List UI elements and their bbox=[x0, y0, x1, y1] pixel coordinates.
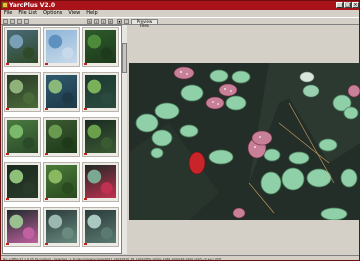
thumbnail-marker bbox=[6, 63, 9, 65]
thumbnail-marker bbox=[84, 198, 87, 200]
thumbnail-item[interactable] bbox=[4, 117, 41, 157]
thumbnail-image bbox=[7, 165, 38, 198]
down-icon[interactable]: ▾ bbox=[117, 19, 122, 24]
thumbnail-marker bbox=[84, 108, 87, 110]
menu-help[interactable]: Help bbox=[83, 10, 100, 17]
thumbnail-image bbox=[7, 120, 38, 153]
thumbnail-item[interactable] bbox=[43, 162, 80, 202]
thumbnail-marker bbox=[84, 243, 87, 245]
thumbnail-image bbox=[46, 75, 77, 108]
status-bar: No: s:JPEG 97 x 8 95 49 Outlook : Select… bbox=[1, 255, 359, 261]
thumbnail-marker bbox=[6, 153, 9, 155]
thumbnail-item[interactable] bbox=[4, 207, 41, 247]
filter-icon[interactable] bbox=[124, 19, 129, 24]
thumbnail-image bbox=[7, 30, 38, 63]
grid-icon[interactable] bbox=[17, 19, 22, 24]
thumbnail-marker bbox=[6, 108, 9, 110]
thumbnail-image bbox=[85, 30, 116, 63]
thumbnail-marker bbox=[6, 198, 9, 200]
thumbnail-marker bbox=[45, 63, 48, 65]
prev-icon[interactable]: ‹ bbox=[94, 19, 99, 24]
menu-file[interactable]: File bbox=[1, 10, 15, 17]
menu-options[interactable]: Options bbox=[40, 10, 65, 17]
save-icon[interactable] bbox=[10, 19, 15, 24]
maximize-button[interactable]: □ bbox=[344, 2, 351, 8]
thumbnail-image bbox=[7, 210, 38, 243]
thumbnail-item[interactable] bbox=[4, 72, 41, 112]
thumbnail-marker bbox=[45, 198, 48, 200]
thumbnail-image bbox=[85, 210, 116, 243]
menu-bar: File File List Options View Help bbox=[1, 10, 359, 17]
minimize-button[interactable]: _ bbox=[336, 2, 343, 8]
open-icon[interactable] bbox=[3, 19, 8, 24]
thumbnail-marker bbox=[45, 153, 48, 155]
thumbnail-item[interactable] bbox=[43, 207, 80, 247]
thumbnail-item[interactable] bbox=[82, 117, 119, 157]
thumbnail-marker bbox=[84, 63, 87, 65]
thumbnail-image bbox=[46, 210, 77, 243]
last-icon[interactable]: » bbox=[108, 19, 113, 24]
refresh-icon[interactable] bbox=[24, 19, 29, 24]
preview-files-button[interactable]: Preview Files bbox=[131, 19, 158, 28]
thumbnail-image bbox=[85, 165, 116, 198]
thumbnail-item[interactable] bbox=[82, 72, 119, 112]
thumbnail-image bbox=[46, 30, 77, 63]
thumbnail-image bbox=[85, 120, 116, 153]
toolbar: « ‹ › » ▾ Preview Files bbox=[1, 17, 359, 28]
thumbnail-item[interactable] bbox=[82, 207, 119, 247]
title-bar[interactable]: YarcPlus V2.0 _ □ × bbox=[1, 1, 359, 10]
thumbnail-scrollbar[interactable] bbox=[121, 25, 127, 254]
thumbnail-item[interactable] bbox=[82, 162, 119, 202]
thumbnail-image bbox=[7, 75, 38, 108]
app-window: YarcPlus V2.0 _ □ × File File List Optio… bbox=[0, 0, 360, 261]
thumbnail-item[interactable] bbox=[43, 72, 80, 112]
thumbnail-marker bbox=[45, 243, 48, 245]
thumbnail-item[interactable] bbox=[43, 27, 80, 67]
window-title: YarcPlus V2.0 bbox=[9, 2, 56, 9]
thumbnail-marker bbox=[45, 108, 48, 110]
thumbnail-item[interactable] bbox=[4, 162, 41, 202]
thumbnail-item[interactable] bbox=[4, 27, 41, 67]
thumbnail-panel bbox=[2, 25, 122, 254]
close-button[interactable]: × bbox=[352, 2, 359, 8]
thumbnail-marker bbox=[84, 153, 87, 155]
thumbnail-image bbox=[46, 120, 77, 153]
next-icon[interactable]: › bbox=[101, 19, 106, 24]
app-icon bbox=[2, 2, 8, 8]
thumbnail-item[interactable] bbox=[82, 27, 119, 67]
first-icon[interactable]: « bbox=[87, 19, 92, 24]
menu-view[interactable]: View bbox=[65, 10, 83, 17]
thumbnail-image bbox=[46, 165, 77, 198]
scrollbar-thumb[interactable] bbox=[122, 43, 127, 73]
preview-image bbox=[129, 63, 360, 220]
thumbnail-item[interactable] bbox=[43, 117, 80, 157]
thumbnail-image bbox=[85, 75, 116, 108]
thumbnail-marker bbox=[6, 243, 9, 245]
menu-file-list[interactable]: File List bbox=[15, 10, 40, 17]
